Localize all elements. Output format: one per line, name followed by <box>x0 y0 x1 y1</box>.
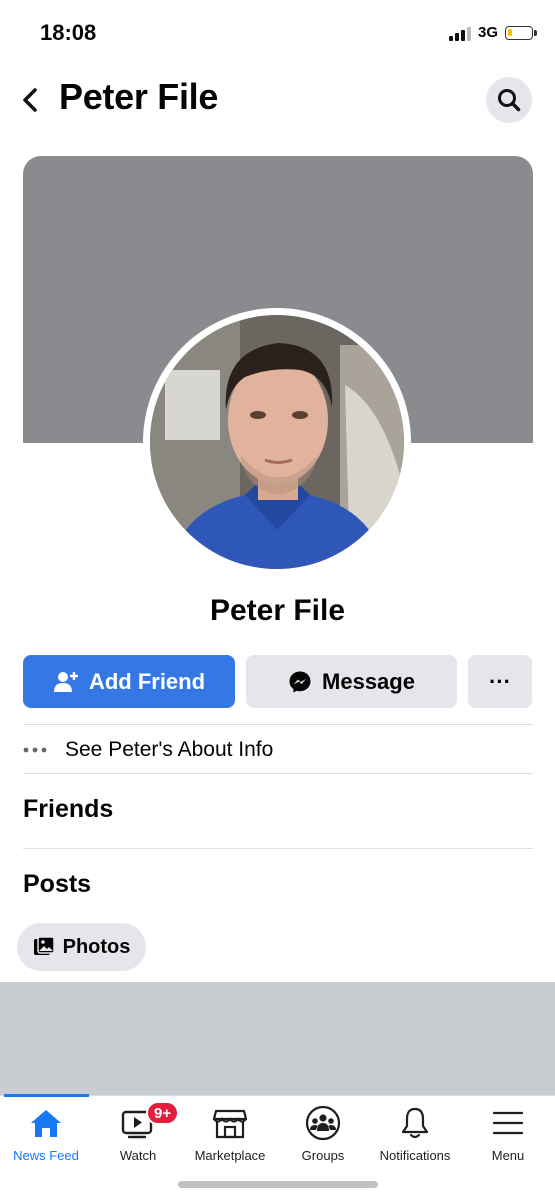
chevron-left-icon <box>23 88 37 112</box>
marketplace-icon <box>210 1105 250 1141</box>
profile-name: Peter File <box>209 594 346 627</box>
battery-icon <box>505 25 537 40</box>
add-friend-button[interactable]: Add Friend <box>23 655 235 708</box>
status-indicators: 3G <box>448 24 537 41</box>
divider <box>23 724 533 725</box>
feed-placeholder <box>0 982 555 1095</box>
network-type: 3G <box>477 24 498 41</box>
about-info-label: See Peter's About Info <box>65 738 274 761</box>
tab-news-feed[interactable]: News Feed <box>0 1105 96 1163</box>
active-tab-indicator <box>4 1094 89 1097</box>
bell-icon <box>395 1105 435 1141</box>
menu-icon <box>488 1105 528 1141</box>
tab-label: Menu <box>491 1148 525 1163</box>
message-button[interactable]: Message <box>246 655 457 708</box>
more-icon: ··· <box>489 668 511 694</box>
divider <box>23 848 533 849</box>
about-info-link[interactable]: See Peter's About Info <box>23 730 273 770</box>
search-button[interactable] <box>486 77 532 123</box>
ellipsis-icon <box>23 747 47 753</box>
home-icon <box>26 1105 66 1141</box>
groups-icon <box>303 1105 343 1141</box>
messenger-icon <box>289 671 311 692</box>
add-friend-label: Add Friend <box>88 668 206 694</box>
profile-picture[interactable] <box>150 315 404 569</box>
divider <box>23 773 533 774</box>
tab-groups[interactable]: Groups <box>273 1105 373 1163</box>
tab-label: News Feed <box>13 1148 79 1163</box>
page-title: Peter File <box>59 76 219 117</box>
friends-heading: Friends <box>23 795 114 823</box>
search-icon <box>498 89 521 112</box>
photos-filter-button[interactable]: Photos <box>17 923 146 971</box>
tab-menu[interactable]: Menu <box>458 1105 555 1163</box>
posts-heading: Posts <box>23 870 92 898</box>
watch-badge: 9+ <box>146 1101 180 1125</box>
tab-marketplace[interactable]: Marketplace <box>180 1105 280 1163</box>
photos-label: Photos <box>62 935 131 958</box>
tab-label: Notifications <box>379 1148 451 1163</box>
tab-notifications[interactable]: Notifications <box>365 1105 465 1163</box>
home-indicator[interactable] <box>178 1181 378 1188</box>
status-time: 18:08 <box>40 20 97 45</box>
tab-label: Watch <box>119 1148 157 1163</box>
signal-icon <box>448 25 471 41</box>
tab-label: Groups <box>301 1148 345 1163</box>
photos-icon <box>33 936 55 955</box>
message-label: Message <box>322 668 415 694</box>
add-friend-icon <box>53 671 78 692</box>
tab-label: Marketplace <box>194 1148 266 1163</box>
back-button[interactable] <box>18 80 44 120</box>
more-options-button[interactable]: ··· <box>468 655 532 708</box>
